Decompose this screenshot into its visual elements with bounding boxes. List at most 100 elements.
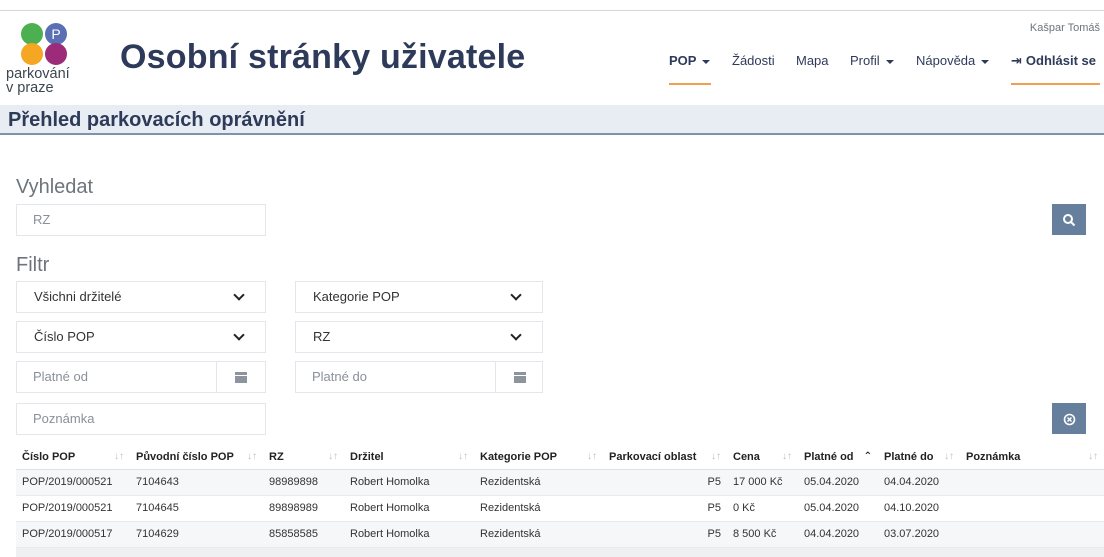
column-header-label: Původní číslo POP (136, 450, 234, 463)
cell-valid-from: 04.04.2020 (798, 521, 878, 548)
nav-napoveda[interactable]: Nápověda (916, 53, 990, 68)
note-input[interactable]: Poznámka (16, 403, 266, 435)
filter-label: Filtr (16, 254, 50, 276)
column-header-label: Cena (733, 450, 760, 463)
cell-holder: Robert Homolka (344, 495, 474, 522)
cell-category: Rezidentská (474, 469, 603, 496)
search-button[interactable] (1052, 204, 1086, 235)
cell-price: 8 500 Kč (727, 521, 798, 548)
cell-valid-to: 03.07.2020 (878, 521, 960, 548)
sort-icon: ↓↑ (247, 451, 257, 463)
sort-icon: ↓↑ (711, 451, 721, 463)
column-header-original-pop[interactable]: Původní číslo POP ↓↑ (130, 445, 263, 470)
column-header-rz[interactable]: RZ ↓↑ (263, 445, 344, 470)
nav-profil[interactable]: Profil (850, 53, 894, 68)
rz-select-value: RZ (313, 329, 331, 344)
column-header-label: Držitel (350, 450, 384, 463)
logout-icon: ⇥ (1011, 53, 1022, 68)
logo-text: parkování v praze (6, 66, 70, 96)
column-header-label: Kategorie POP (480, 450, 558, 463)
sort-ascending-icon: ⌃ (863, 451, 872, 463)
column-header-label: Platné od (804, 450, 854, 463)
logo-letter: P (51, 26, 60, 42)
table-next-row-partial (16, 548, 1104, 557)
valid-to-calendar-button[interactable] (495, 361, 543, 393)
cell-note (960, 521, 1104, 548)
column-header-label: RZ (269, 450, 284, 463)
caret-down-icon (981, 59, 990, 64)
holders-select[interactable]: Všichni držitelé (16, 281, 266, 313)
top-divider (0, 10, 1104, 11)
cell-zone: P5 (603, 521, 727, 548)
sort-icon: ↓↑ (328, 451, 338, 463)
column-header-valid-to[interactable]: Platné do ↓↑ (878, 445, 960, 470)
sort-icon: ↓↑ (944, 451, 954, 463)
nav-pop-underline (669, 83, 711, 85)
logo-text-line2: v praze (6, 80, 54, 96)
nav-logout[interactable]: ⇥ Odhlásit se (1011, 53, 1096, 69)
column-header-valid-from[interactable]: Platné od ⌃ (798, 445, 878, 470)
search-input[interactable]: RZ (16, 204, 266, 236)
column-header-category[interactable]: Kategorie POP ↓↑ (474, 445, 603, 470)
column-header-price[interactable]: Cena ↓↑ (727, 445, 798, 470)
section-header: Přehled parkovacích oprávnění (0, 105, 1104, 135)
category-select[interactable]: Kategorie POP (295, 281, 543, 313)
table-header-row: Číslo POP ↓↑ Původní číslo POP ↓↑ RZ ↓↑ Drž… (16, 445, 1104, 470)
cell-rz: 89898989 (263, 495, 344, 522)
pop-number-select[interactable]: Číslo POP (16, 321, 266, 353)
cell-valid-from: 05.04.2020 (798, 495, 878, 522)
sort-icon: ↓↑ (587, 451, 597, 463)
rz-select[interactable]: RZ (295, 321, 543, 353)
search-label: Vyhledat (16, 176, 94, 198)
nav-napoveda-label: Nápověda (916, 53, 976, 68)
cell-rz: 98989898 (263, 469, 344, 496)
cell-holder: Robert Homolka (344, 521, 474, 548)
column-header-holder[interactable]: Držitel ↓↑ (344, 445, 474, 470)
cell-zone: P5 (603, 469, 727, 496)
section-title: Přehled parkovacích oprávnění (8, 109, 305, 131)
column-header-zone[interactable]: Parkovací oblast ↓↑ (603, 445, 727, 470)
logo[interactable]: P parkování v praze (6, 22, 96, 102)
nav-mapa[interactable]: Mapa (796, 53, 829, 68)
valid-from-input[interactable]: Platné od (16, 361, 217, 393)
column-header-pop[interactable]: Číslo POP ↓↑ (16, 445, 130, 470)
nav-logout-label: Odhlásit se (1025, 53, 1096, 68)
reset-filter-button[interactable] (1052, 403, 1086, 434)
column-header-label: Poznámka (966, 450, 1021, 463)
holders-select-value: Všichni držitelé (34, 289, 122, 304)
cell-note (960, 469, 1104, 496)
search-icon (1063, 214, 1076, 227)
calendar-icon (514, 372, 526, 383)
table-row[interactable]: POP/2019/000521 7104643 98989898 Robert … (16, 469, 1104, 496)
valid-to-input[interactable]: Platné do (295, 361, 496, 393)
user-name[interactable]: Kašpar Tomáš (1030, 22, 1100, 34)
reset-icon (1063, 413, 1075, 426)
column-header-label: Číslo POP (22, 450, 76, 463)
nav-pop-label: POP (669, 53, 697, 68)
pop-number-select-value: Číslo POP (34, 329, 95, 344)
logo-text-line1: parkování (6, 66, 70, 82)
permits-table: Číslo POP ↓↑ Původní číslo POP ↓↑ RZ ↓↑ Drž… (16, 445, 1104, 548)
nav-zadosti[interactable]: Žádosti (732, 53, 775, 68)
column-header-label: Platné do (884, 450, 934, 463)
cell-category: Rezidentská (474, 521, 603, 548)
sort-icon: ↓↑ (782, 451, 792, 463)
cell-pop: POP/2019/000517 (16, 521, 130, 548)
calendar-icon (235, 372, 247, 383)
cell-price: 17 000 Kč (727, 469, 798, 496)
cell-original-pop: 7104629 (130, 521, 263, 548)
logo-icon: P (21, 23, 67, 65)
sort-icon: ↓↑ (458, 451, 468, 463)
nav-profil-label: Profil (850, 53, 880, 68)
valid-from-calendar-button[interactable] (216, 361, 266, 393)
column-header-note[interactable]: Poznámka ↓↑ (960, 445, 1104, 470)
cell-price: 0 Kč (727, 495, 798, 522)
table-row[interactable]: POP/2019/000517 7104629 85858585 Robert … (16, 521, 1104, 548)
chevron-down-icon (510, 289, 522, 301)
cell-rz: 85858585 (263, 521, 344, 548)
cell-original-pop: 7104645 (130, 495, 263, 522)
sort-icon: ↓↑ (114, 451, 124, 463)
table-row[interactable]: POP/2019/000521 7104645 89898989 Robert … (16, 495, 1104, 522)
nav-pop[interactable]: POP (669, 53, 711, 68)
chevron-down-icon (233, 289, 245, 301)
